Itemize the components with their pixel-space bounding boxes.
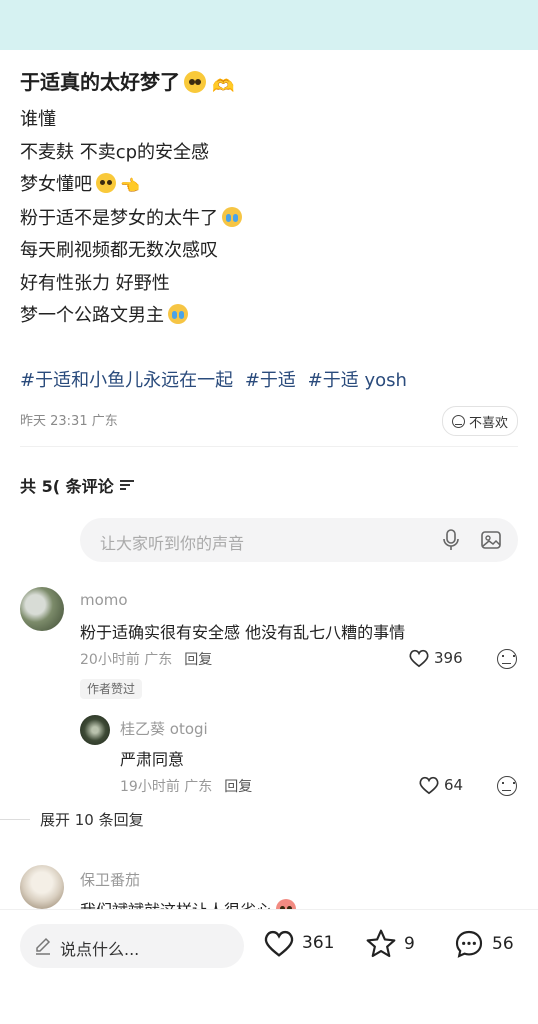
comment-meta: 19小时前 广东 回复 xyxy=(120,779,253,795)
comment-meta: 20小时前 广东 回复 xyxy=(80,652,213,668)
like-button[interactable]: 361 xyxy=(262,928,334,958)
heart-icon xyxy=(264,930,294,957)
heart-hands-emoji-icon: 🫶 xyxy=(212,76,235,97)
heart-icon xyxy=(419,776,439,795)
pleading-face-emoji-icon xyxy=(184,71,206,93)
pleading-face-emoji-icon xyxy=(96,173,116,193)
commenter-name[interactable]: 保卫番茄 xyxy=(80,869,140,890)
expand-replies-button[interactable]: 展开 10 条回复 xyxy=(0,809,144,830)
post-meta: 昨天 23:31 广东 xyxy=(20,414,118,429)
comment-text: 粉于适确实很有安全感 他没有乱七八糟的事情 xyxy=(80,623,406,642)
comment-bubble-icon xyxy=(455,930,483,958)
top-banner xyxy=(0,0,538,50)
commenter-name[interactable]: 桂乙葵 otogi xyxy=(120,718,208,739)
hashtag-link[interactable]: #于适和小鱼儿永远在一起 xyxy=(20,370,233,391)
post-body: 谁懂 不麦麸 不卖cp的安全感 梦女懂吧 👈 粉于适不是梦女的太牛了 每天刷视频都… xyxy=(20,104,242,333)
divider xyxy=(0,819,30,820)
like-button[interactable]: 64 xyxy=(418,775,463,795)
comment-button[interactable]: 56 xyxy=(452,928,514,960)
crying-face-emoji-icon xyxy=(168,304,188,324)
tag-list: #于适和小鱼儿永远在一起 #于适 #于适 yosh xyxy=(20,366,413,392)
sort-icon xyxy=(119,480,134,490)
pointing-hand-emoji-icon: 👈 xyxy=(120,176,140,195)
avatar[interactable] xyxy=(20,865,64,909)
dislike-face-icon[interactable] xyxy=(497,649,517,669)
body-line: 粉于适不是梦女的太牛了 xyxy=(20,203,242,236)
dislike-face-icon xyxy=(451,414,465,428)
body-line: 梦女懂吧 👈 xyxy=(20,169,242,203)
avatar[interactable] xyxy=(80,715,110,745)
reply-button[interactable]: 回复 xyxy=(184,652,212,668)
bottom-action-bar: 说点什么... 361 9 56 xyxy=(0,910,538,1024)
comment-input[interactable]: 让大家听到你的声音 xyxy=(80,518,518,562)
hashtag-link[interactable]: #于适 xyxy=(245,370,296,391)
heart-icon xyxy=(409,649,429,668)
commenter-name[interactable]: momo xyxy=(80,591,128,609)
comment-count-header[interactable]: 共 5( 条评论 xyxy=(20,473,134,497)
crying-face-emoji-icon xyxy=(222,206,242,227)
dislike-face-icon[interactable] xyxy=(497,776,517,796)
favorite-button[interactable]: 9 xyxy=(364,928,415,960)
dislike-button[interactable]: 不喜欢 xyxy=(442,406,518,436)
body-line: 每天刷视频都无数次感叹 xyxy=(20,240,218,261)
body-line: 梦一个公路文男主 xyxy=(20,300,242,333)
comment-text: 严肃同意 xyxy=(120,750,185,769)
hashtag-link[interactable]: #于适 yosh xyxy=(308,370,407,391)
like-button[interactable]: 396 xyxy=(408,648,463,668)
reply-button[interactable]: 回复 xyxy=(224,779,252,795)
body-line: 不麦麸 不卖cp的安全感 xyxy=(20,141,210,163)
avatar[interactable] xyxy=(20,587,64,631)
pencil-icon xyxy=(36,937,51,955)
mic-icon[interactable] xyxy=(442,529,460,551)
author-liked-badge: 作者赞过 xyxy=(80,679,143,699)
image-icon[interactable] xyxy=(480,529,502,551)
divider xyxy=(20,446,518,447)
body-line: 好有性张力 好野性 xyxy=(20,272,170,294)
comment-composer[interactable]: 说点什么... xyxy=(20,924,244,968)
star-icon xyxy=(366,929,396,958)
body-line: 谁懂 xyxy=(20,109,56,130)
post-title: 于适真的太好梦了 🫶 xyxy=(20,70,235,97)
